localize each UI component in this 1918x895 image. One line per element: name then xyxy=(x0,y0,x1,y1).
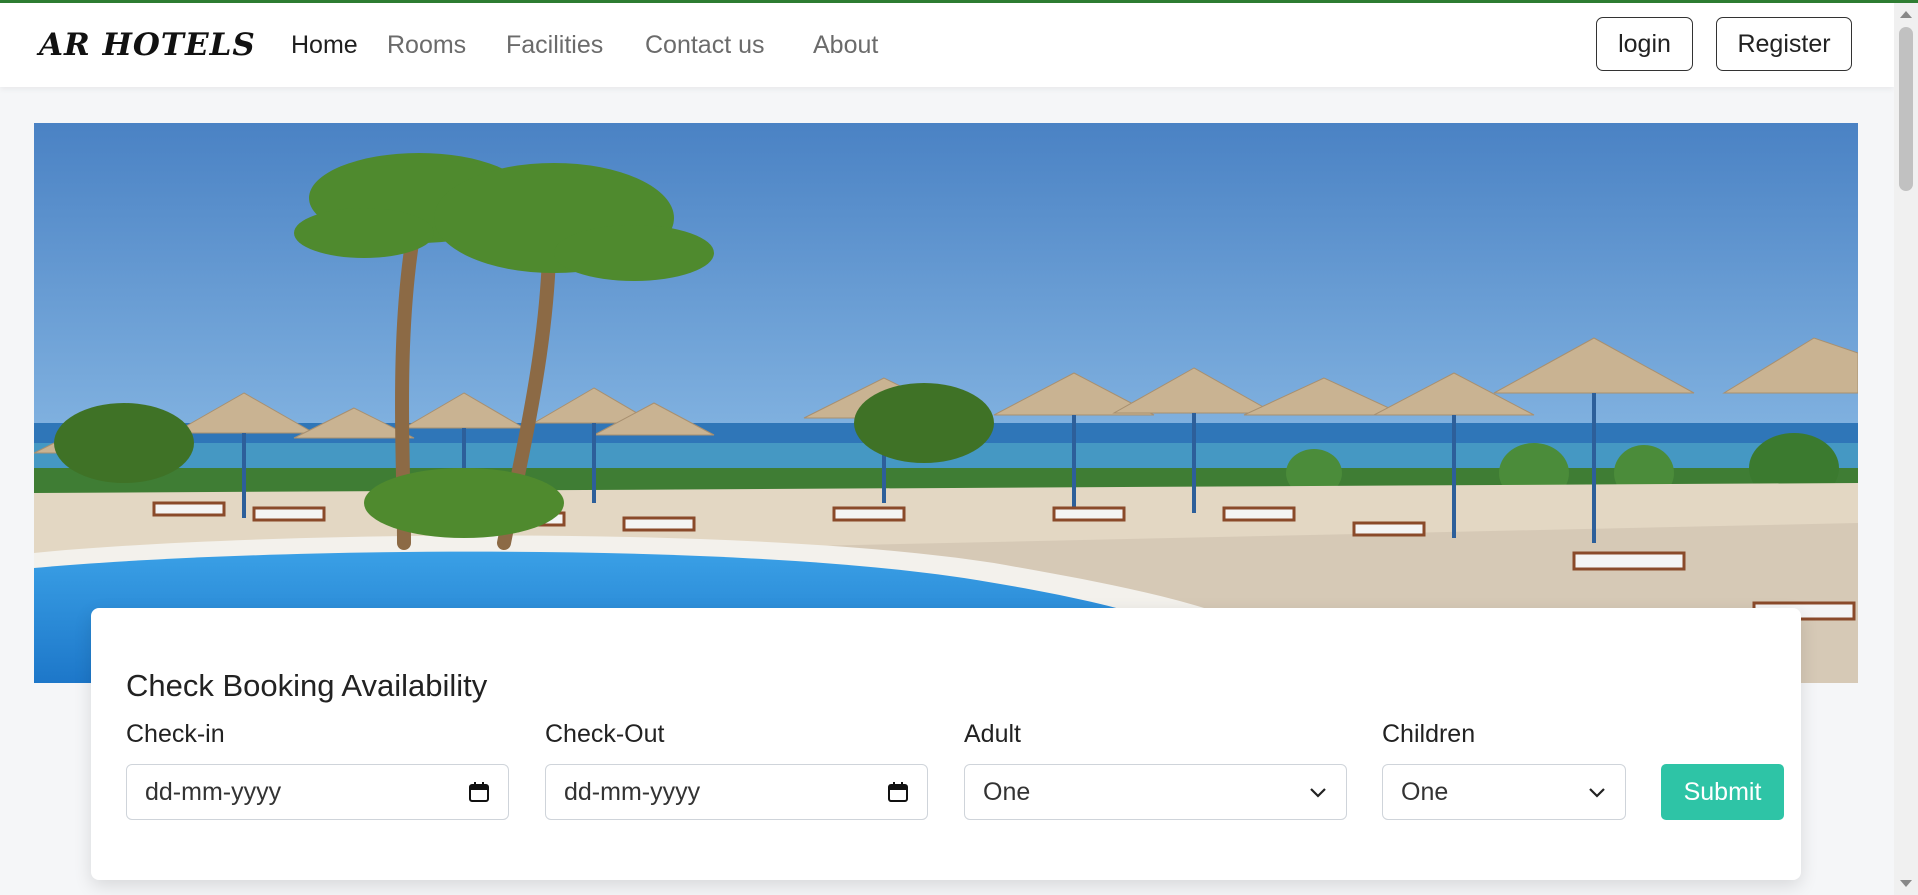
adult-selected-value: One xyxy=(983,777,1031,806)
hero-image xyxy=(34,123,1858,683)
checkin-label: Check-in xyxy=(126,720,225,748)
children-label: Children xyxy=(1382,720,1476,748)
navbar: AR HOTELS Home Rooms Facilities Contact … xyxy=(0,3,1894,87)
nav-link-rooms[interactable]: Rooms xyxy=(387,31,466,60)
vertical-scrollbar[interactable] xyxy=(1894,3,1918,895)
booking-card: Check Booking Availability Check-in dd-m… xyxy=(91,608,1801,880)
calendar-icon[interactable] xyxy=(468,781,490,803)
brand-logo[interactable]: AR HOTELS xyxy=(39,27,256,63)
register-button[interactable]: Register xyxy=(1716,17,1852,71)
nav-link-facilities[interactable]: Facilities xyxy=(506,31,603,60)
chevron-down-icon xyxy=(1589,788,1605,798)
nav-link-contact[interactable]: Contact us xyxy=(645,31,765,60)
checkout-input[interactable]: dd-mm-yyyy xyxy=(545,764,928,820)
children-selected-value: One xyxy=(1401,777,1449,806)
login-button[interactable]: login xyxy=(1596,17,1693,71)
scroll-up-arrow-icon[interactable] xyxy=(1900,11,1912,18)
checkout-placeholder: dd-mm-yyyy xyxy=(564,777,701,806)
scroll-down-arrow-icon[interactable] xyxy=(1900,880,1912,887)
checkout-label: Check-Out xyxy=(545,720,665,748)
calendar-icon[interactable] xyxy=(887,781,909,803)
checkin-placeholder: dd-mm-yyyy xyxy=(145,777,282,806)
checkin-input[interactable]: dd-mm-yyyy xyxy=(126,764,509,820)
nav-link-about[interactable]: About xyxy=(813,31,878,60)
adult-select[interactable]: One xyxy=(964,764,1347,820)
booking-title: Check Booking Availability xyxy=(126,667,488,703)
beach-resort-illustration xyxy=(34,123,1858,683)
scroll-thumb[interactable] xyxy=(1899,27,1913,191)
chevron-down-icon xyxy=(1310,788,1326,798)
adult-label: Adult xyxy=(964,720,1021,748)
children-select[interactable]: One xyxy=(1382,764,1626,820)
submit-button[interactable]: Submit xyxy=(1661,764,1784,820)
nav-link-home[interactable]: Home xyxy=(291,31,358,60)
